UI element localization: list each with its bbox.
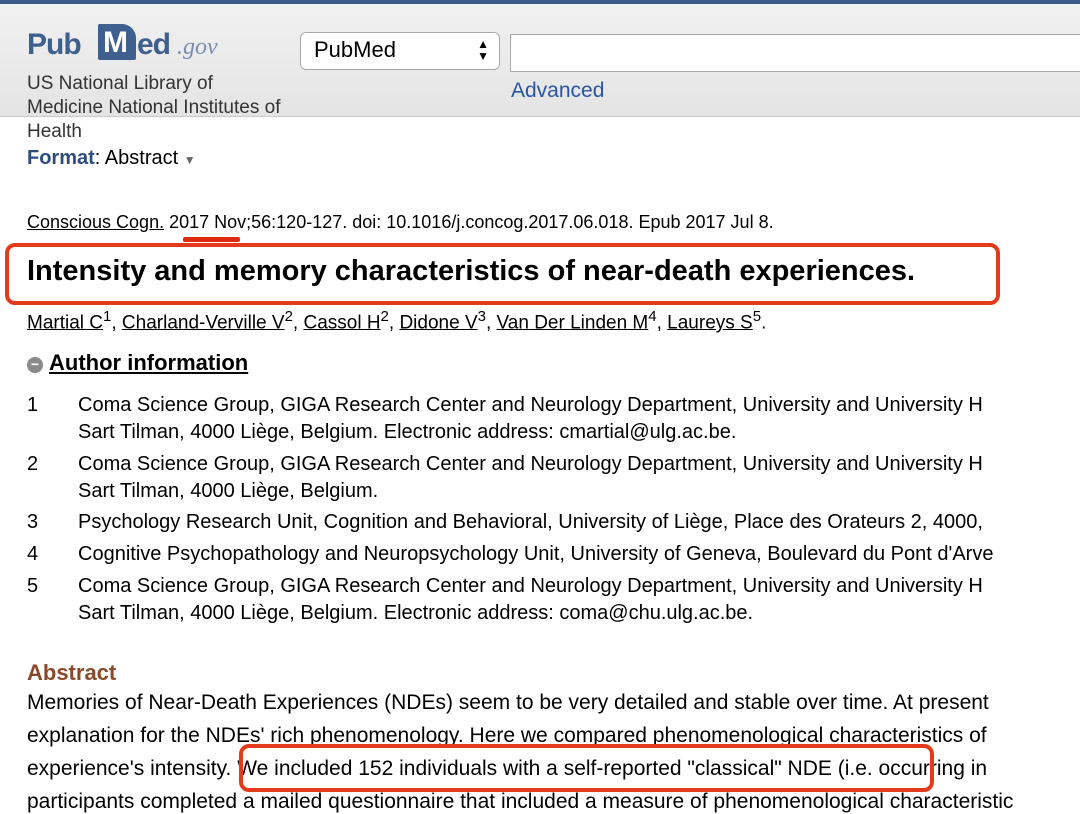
logo-gov: .gov: [177, 34, 218, 60]
author-link[interactable]: Didone V: [399, 312, 477, 333]
affiliation-text: Sart Tilman, 4000 Liège, Belgium. Electr…: [78, 421, 737, 443]
author-link[interactable]: Martial C: [27, 312, 103, 333]
affiliation-text: Cognitive Psychopathology and Neuropsych…: [78, 543, 994, 565]
author-info-heading: Author information: [49, 350, 249, 375]
affiliation-number: 3: [27, 511, 39, 533]
journal-link[interactable]: Conscious Cogn.: [27, 212, 164, 232]
affiliation-text: Psychology Research Unit, Cognition and …: [78, 511, 983, 533]
citation-details: Nov;56:120-127. doi: 10.1016/j.concog.20…: [209, 212, 774, 232]
search-input[interactable]: [510, 34, 1080, 72]
logo-m-box: M: [98, 24, 136, 60]
select-arrows-icon: ▲ ▼: [477, 37, 489, 63]
affiliation-text: Coma Science Group, GIGA Research Center…: [78, 453, 983, 475]
abstract-line: participants completed a mailed question…: [27, 790, 1014, 813]
citation-line: Conscious Cogn. 2017 Nov;56:120-127. doi…: [27, 212, 774, 233]
author-link[interactable]: Cassol H: [303, 312, 380, 333]
citation-year: 2017: [169, 212, 210, 232]
author-affil-num: 5: [752, 308, 762, 325]
author-affil-num: 1: [103, 308, 112, 325]
database-select-value: PubMed: [314, 37, 396, 62]
format-value: : Abstract: [94, 147, 179, 169]
author-link[interactable]: Laureys S: [667, 312, 753, 333]
nlm-text[interactable]: US National Library of Medicine National…: [27, 72, 287, 144]
author-affil-num: 4: [648, 308, 657, 325]
abstract-line: Memories of Near-Death Experiences (NDEs…: [27, 691, 989, 714]
article-title: Intensity and memory characteristics of …: [27, 255, 916, 287]
pubmed-logo[interactable]: Pub M ed .gov: [27, 18, 227, 62]
abstract-highlight-box: [239, 744, 934, 792]
affiliation-number: 1: [27, 394, 39, 416]
affiliation-text: Sart Tilman, 4000 Liège, Belgium.: [78, 480, 379, 502]
logo-m: M: [103, 26, 128, 59]
affiliation-number: 4: [27, 543, 39, 565]
author-affil-num: 3: [477, 308, 486, 325]
affiliation-text: Sart Tilman, 4000 Liège, Belgium. Electr…: [78, 602, 754, 624]
author-info-toggle[interactable]: − Author information: [27, 350, 248, 376]
format-label: Format: [27, 147, 95, 169]
author-list: Martial C1, Charland-Verville V2, Cassol…: [27, 308, 767, 334]
logo-pub: Pub: [27, 28, 82, 61]
author-link[interactable]: Van Der Linden M: [497, 312, 649, 333]
logo-ed: ed: [137, 28, 171, 61]
chevron-down-icon: ▼: [183, 153, 196, 167]
year-underline-annotation: [183, 237, 240, 242]
affiliation-number: 5: [27, 575, 39, 597]
affiliation-number: 2: [27, 453, 39, 475]
pubmed-header: Pub M ed .gov US National Library of Med…: [0, 4, 1080, 142]
collapse-icon: −: [27, 357, 43, 373]
author-affil-num: 2: [284, 308, 293, 325]
author-link[interactable]: Charland-Verville V: [122, 312, 285, 333]
advanced-search-link[interactable]: Advanced: [511, 79, 604, 103]
author-affil-num: 2: [380, 308, 389, 325]
affiliation-text: Coma Science Group, GIGA Research Center…: [78, 575, 983, 597]
database-select[interactable]: PubMed ▲ ▼: [300, 32, 500, 70]
affiliation-text: Coma Science Group, GIGA Research Center…: [78, 394, 983, 416]
abstract-heading: Abstract: [27, 660, 117, 685]
format-selector[interactable]: Format: Abstract ▼: [27, 147, 196, 170]
